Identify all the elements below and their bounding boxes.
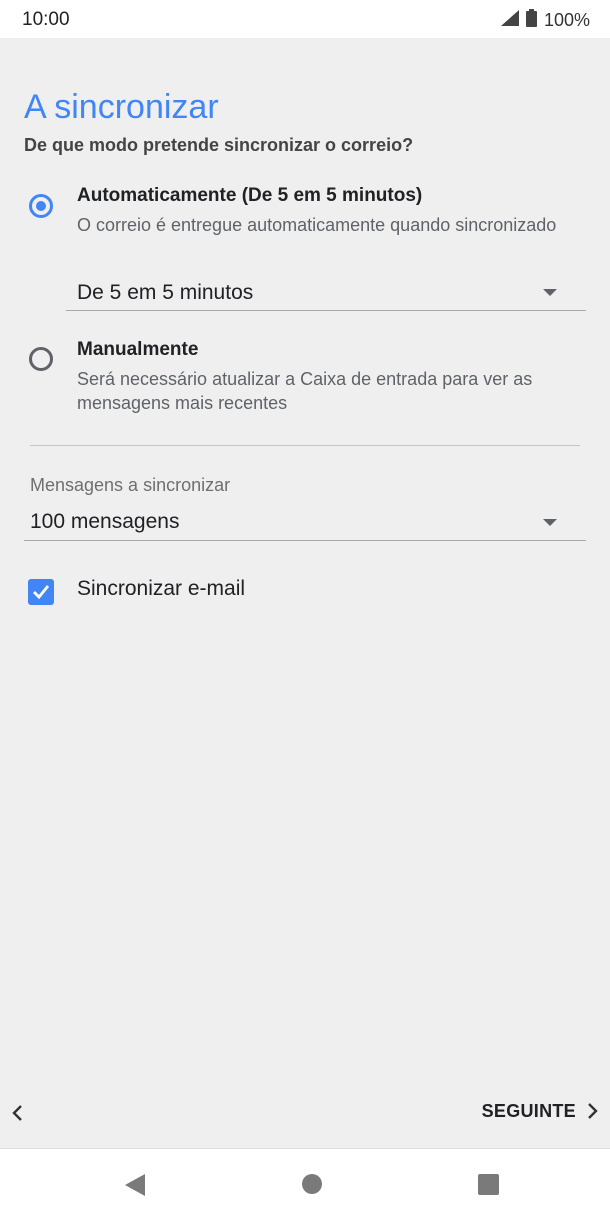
manual-sync-description: Será necessário atualizar a Caixa de ent… xyxy=(77,369,533,413)
select-underline xyxy=(24,540,586,541)
manual-sync-radio[interactable] xyxy=(29,347,53,371)
automatic-sync-title[interactable]: Automaticamente (De 5 em 5 minutos) xyxy=(77,185,422,207)
sync-email-checkbox[interactable] xyxy=(28,579,54,605)
signal-icon xyxy=(500,10,519,31)
next-button-label[interactable]: SEGUINTE xyxy=(482,1101,576,1122)
chevron-left-icon xyxy=(12,1105,22,1121)
check-icon xyxy=(33,585,50,600)
page-subtitle: De que modo pretende sincronizar o corre… xyxy=(24,135,414,155)
nav-back-icon[interactable] xyxy=(124,1173,146,1197)
automatic-sync-radio[interactable] xyxy=(29,194,53,218)
battery-percent: 100% xyxy=(543,10,590,30)
sync-email-label[interactable]: Sincronizar e-mail xyxy=(77,577,245,601)
select-underline xyxy=(66,310,586,311)
chevron-right-icon xyxy=(588,1103,598,1119)
chevron-down-icon[interactable] xyxy=(543,519,557,526)
status-time: 10:00 xyxy=(22,9,70,30)
sync-settings-screen: A sincronizar De que modo pretende sincr… xyxy=(0,38,610,1148)
status-bar: 10:00 100% xyxy=(0,0,610,38)
messages-to-sync-value[interactable]: 100 mensagens xyxy=(30,510,179,534)
battery-icon xyxy=(525,9,537,32)
nav-recents-icon[interactable] xyxy=(478,1174,499,1195)
back-button[interactable] xyxy=(10,1102,30,1126)
divider xyxy=(30,445,580,446)
messages-to-sync-label: Mensagens a sincronizar xyxy=(30,475,231,495)
nav-home-icon[interactable] xyxy=(302,1174,322,1194)
status-icons: 100% xyxy=(500,9,590,32)
sync-interval-value[interactable]: De 5 em 5 minutos xyxy=(77,281,253,305)
system-nav-bar xyxy=(0,1148,610,1221)
chevron-down-icon[interactable] xyxy=(543,289,557,296)
manual-sync-title[interactable]: Manualmente xyxy=(77,339,198,361)
automatic-sync-description: O correio é entregue automaticamente qua… xyxy=(77,215,557,235)
next-button[interactable]: SEGUINTE xyxy=(482,1100,600,1122)
page-title: A sincronizar xyxy=(24,88,219,126)
